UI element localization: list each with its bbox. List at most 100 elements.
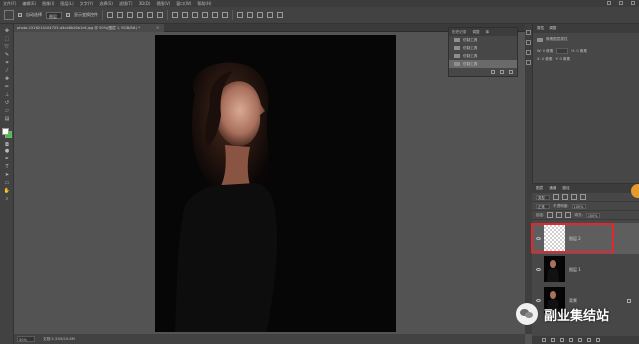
eraser-tool-icon[interactable]: ▱ bbox=[3, 108, 11, 114]
close-icon[interactable] bbox=[631, 1, 635, 5]
filter-type-icon[interactable] bbox=[571, 194, 577, 200]
menu-view[interactable]: 视图(V) bbox=[156, 1, 170, 7]
tab-adjustments[interactable]: 调整 bbox=[472, 30, 479, 35]
3d-scale-icon[interactable] bbox=[277, 12, 283, 18]
new-layer-icon[interactable] bbox=[587, 338, 591, 342]
brush-panel-icon[interactable] bbox=[526, 60, 531, 65]
document-canvas[interactable] bbox=[155, 35, 396, 332]
move-tool-icon[interactable]: ✥ bbox=[3, 28, 11, 34]
link-layers-icon[interactable] bbox=[542, 338, 546, 342]
tab-history[interactable]: 历史记录 bbox=[452, 30, 466, 35]
zoom-tool-icon[interactable]: ⌕ bbox=[3, 196, 11, 202]
hand-tool-icon[interactable]: ✋ bbox=[3, 188, 11, 194]
align-left-icon[interactable] bbox=[137, 12, 143, 18]
info-panel-icon[interactable] bbox=[526, 50, 531, 55]
quick-select-tool-icon[interactable]: ✎ bbox=[3, 52, 11, 58]
layer-row[interactable]: 图层 2 bbox=[532, 223, 639, 254]
distribute-center-icon[interactable] bbox=[212, 12, 218, 18]
type-tool-icon[interactable]: T bbox=[3, 164, 11, 170]
tab-layers[interactable]: 图层 bbox=[536, 186, 543, 191]
filter-pixel-icon[interactable] bbox=[553, 194, 559, 200]
add-mask-icon[interactable] bbox=[560, 338, 564, 342]
history-brush-tool-icon[interactable]: ↺ bbox=[3, 100, 11, 106]
align-bottom-icon[interactable] bbox=[127, 12, 133, 18]
menu-layer[interactable]: 图层(L) bbox=[60, 1, 73, 7]
distribute-top-icon[interactable] bbox=[172, 12, 178, 18]
minimize-icon[interactable] bbox=[607, 1, 611, 5]
visibility-eye-icon[interactable] bbox=[536, 299, 541, 302]
eyedropper-tool-icon[interactable]: ⁄ bbox=[3, 68, 11, 74]
lock-all-icon[interactable] bbox=[565, 212, 572, 218]
adjustments-panel-icon[interactable] bbox=[526, 40, 531, 45]
trash-icon[interactable] bbox=[509, 70, 513, 74]
tab-adjust[interactable]: 调整 bbox=[549, 26, 556, 31]
layer-row[interactable]: 图层 1 bbox=[532, 254, 639, 285]
opacity-field[interactable]: 100% bbox=[571, 203, 586, 209]
lock-pixels-icon[interactable] bbox=[547, 212, 554, 218]
align-right-icon[interactable] bbox=[157, 12, 163, 18]
tab-libraries[interactable]: 库 bbox=[486, 30, 490, 35]
marquee-tool-icon[interactable]: ⬚ bbox=[3, 36, 11, 42]
3d-slide-icon[interactable] bbox=[267, 12, 273, 18]
fill-field[interactable]: 100% bbox=[585, 212, 600, 218]
trash-icon[interactable] bbox=[596, 338, 600, 342]
layer-kind-dropdown[interactable]: 类型 bbox=[536, 194, 550, 200]
menu-type[interactable]: 文字(Y) bbox=[80, 1, 94, 7]
new-document-icon[interactable] bbox=[491, 70, 495, 74]
distribute-left-icon[interactable] bbox=[202, 12, 208, 18]
blend-mode-dropdown[interactable]: 正常 bbox=[536, 203, 550, 209]
menu-window[interactable]: 窗口(W) bbox=[176, 1, 191, 7]
tab-properties[interactable]: 属性 bbox=[537, 26, 544, 31]
distribute-middle-icon[interactable] bbox=[182, 12, 188, 18]
3d-roll-icon[interactable] bbox=[247, 12, 253, 18]
history-state-active[interactable]: 仿制工具 bbox=[449, 60, 517, 68]
visibility-eye-icon[interactable] bbox=[536, 237, 541, 240]
gradient-tool-icon[interactable]: ▤ bbox=[3, 116, 11, 122]
menu-filter[interactable]: 滤镜(T) bbox=[119, 1, 133, 7]
group-icon[interactable] bbox=[578, 338, 582, 342]
camera-icon[interactable] bbox=[500, 70, 504, 74]
align-top-icon[interactable] bbox=[107, 12, 113, 18]
show-transform-checkbox[interactable] bbox=[66, 13, 70, 17]
brush-tool-icon[interactable]: ✏ bbox=[3, 84, 11, 90]
dodge-tool-icon[interactable]: ● bbox=[3, 148, 11, 154]
zoom-field[interactable]: 50% bbox=[17, 336, 35, 342]
healing-brush-tool-icon[interactable]: ✚ bbox=[3, 76, 11, 82]
align-center-icon[interactable] bbox=[147, 12, 153, 18]
distribute-right-icon[interactable] bbox=[222, 12, 228, 18]
3d-rotate-icon[interactable] bbox=[237, 12, 243, 18]
menu-help[interactable]: 帮助(H) bbox=[197, 1, 211, 7]
menu-select[interactable]: 选择(S) bbox=[99, 1, 113, 7]
document-tab[interactable]: photo-1516214104703-d4cd8b26b1c6.jpg @ 5… bbox=[14, 24, 164, 32]
move-tool-preset-icon[interactable] bbox=[4, 10, 14, 20]
lock-position-icon[interactable] bbox=[556, 212, 563, 218]
menu-image[interactable]: 图像(I) bbox=[42, 1, 54, 7]
auto-select-target-dropdown[interactable]: 图层 bbox=[46, 11, 62, 19]
history-state[interactable]: 仿制工具 bbox=[449, 36, 517, 44]
tab-channels[interactable]: 通道 bbox=[549, 186, 556, 191]
menu-file[interactable]: 文件(F) bbox=[3, 1, 16, 7]
align-middle-icon[interactable] bbox=[117, 12, 123, 18]
history-state[interactable]: 仿制工具 bbox=[449, 44, 517, 52]
3d-pan-icon[interactable] bbox=[257, 12, 263, 18]
filter-shape-icon[interactable] bbox=[580, 194, 586, 200]
maximize-icon[interactable] bbox=[619, 1, 623, 5]
menu-3d[interactable]: 3D(D) bbox=[139, 1, 151, 6]
fx-icon[interactable] bbox=[551, 338, 555, 342]
history-panel-icon[interactable] bbox=[526, 30, 531, 35]
floating-widget-icon[interactable] bbox=[631, 184, 639, 198]
visibility-eye-icon[interactable] bbox=[536, 268, 541, 271]
link-icon[interactable] bbox=[556, 48, 569, 54]
auto-select-checkbox[interactable] bbox=[18, 13, 22, 17]
lasso-tool-icon[interactable]: ➰ bbox=[3, 44, 11, 50]
foreground-color-swatch[interactable] bbox=[2, 128, 9, 135]
adjustment-layer-icon[interactable] bbox=[569, 338, 573, 342]
tab-paths[interactable]: 路径 bbox=[562, 186, 569, 191]
menu-edit[interactable]: 编辑(E) bbox=[22, 1, 36, 7]
shape-tool-icon[interactable]: ▭ bbox=[3, 180, 11, 186]
clone-stamp-tool-icon[interactable]: ⊥ bbox=[3, 92, 11, 98]
history-state[interactable]: 仿制工具 bbox=[449, 52, 517, 60]
path-selection-tool-icon[interactable]: ➤ bbox=[3, 172, 11, 178]
quick-mask-icon[interactable]: ◘ bbox=[3, 142, 11, 148]
crop-tool-icon[interactable]: ⌗ bbox=[3, 60, 11, 66]
